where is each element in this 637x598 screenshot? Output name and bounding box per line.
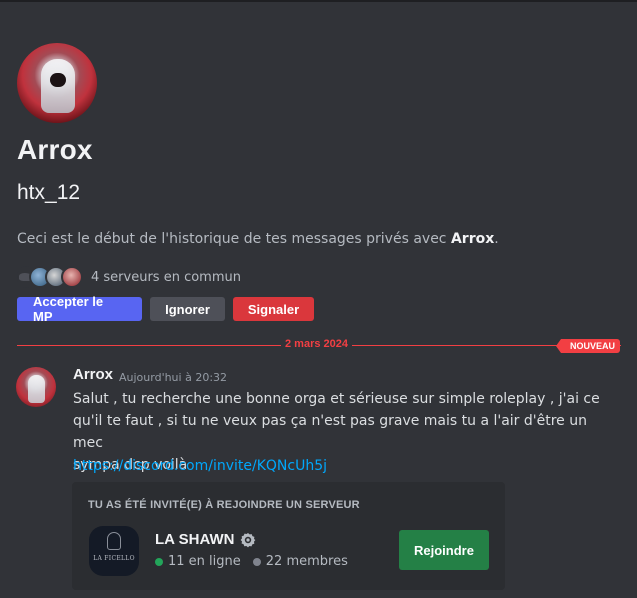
avatar-face [50,73,66,87]
profile-username: htx_12 [17,181,81,204]
guild-name[interactable]: LA SHAWN [155,531,234,548]
message-line: qu'il te faut , si tu ne veux pas ça n'e… [73,413,587,451]
invite-title: TU AS ÉTÉ INVITÉ(E) À REJOINDRE UN SERVE… [88,499,360,511]
message-avatar[interactable] [16,367,56,407]
guild-icon[interactable]: LA FICELLO [89,526,139,576]
mutual-servers-label: 4 serveurs en commun [91,269,241,285]
message-timestamp: Aujourd'hui à 20:32 [119,371,228,384]
report-button[interactable]: Signaler [233,297,314,321]
new-badge: NOUVEAU [555,339,621,353]
mutual-servers[interactable]: 4 serveurs en commun [17,264,241,290]
invite-link[interactable]: https://discord.com/invite/KQNcUh5j [73,458,327,474]
guild-stats: 11 en ligne 22 membres [155,554,348,569]
message-request-actions: Accepter le MP Ignorer Signaler [17,294,314,324]
accept-dm-button[interactable]: Accepter le MP [17,294,142,324]
top-edge [0,0,637,2]
message-author[interactable]: Arrox [73,366,113,383]
guild-icon-text: LA FICELLO [93,555,135,562]
guild-name-row: LA SHAWN [155,531,256,548]
member-count: 22 membres [265,554,348,569]
members-dot-icon [252,557,261,566]
guild-emblem-icon [107,532,121,550]
divider-date: 2 mars 2024 [281,338,352,350]
intro-name: Arrox [450,231,495,247]
message-line: Salut , tu recherche une bonne orga et s… [73,391,600,407]
partner-badge-icon [241,532,256,547]
online-dot-icon [155,557,163,566]
intro-suffix: . [494,231,499,247]
intro-prefix: Ceci est le début de l'historique de tes… [17,231,451,247]
ignore-button[interactable]: Ignorer [150,297,225,321]
profile-display-name: Arrox [17,134,93,165]
online-count: 11 en ligne [168,554,241,569]
avatar-figure [28,375,45,403]
profile-avatar[interactable] [17,43,97,123]
join-server-button[interactable]: Rejoindre [399,530,489,570]
server-invite-embed: TU AS ÉTÉ INVITÉ(E) À REJOINDRE UN SERVE… [72,482,505,590]
server-icon [61,266,83,288]
dm-intro-text: Ceci est le début de l'historique de tes… [17,231,499,247]
